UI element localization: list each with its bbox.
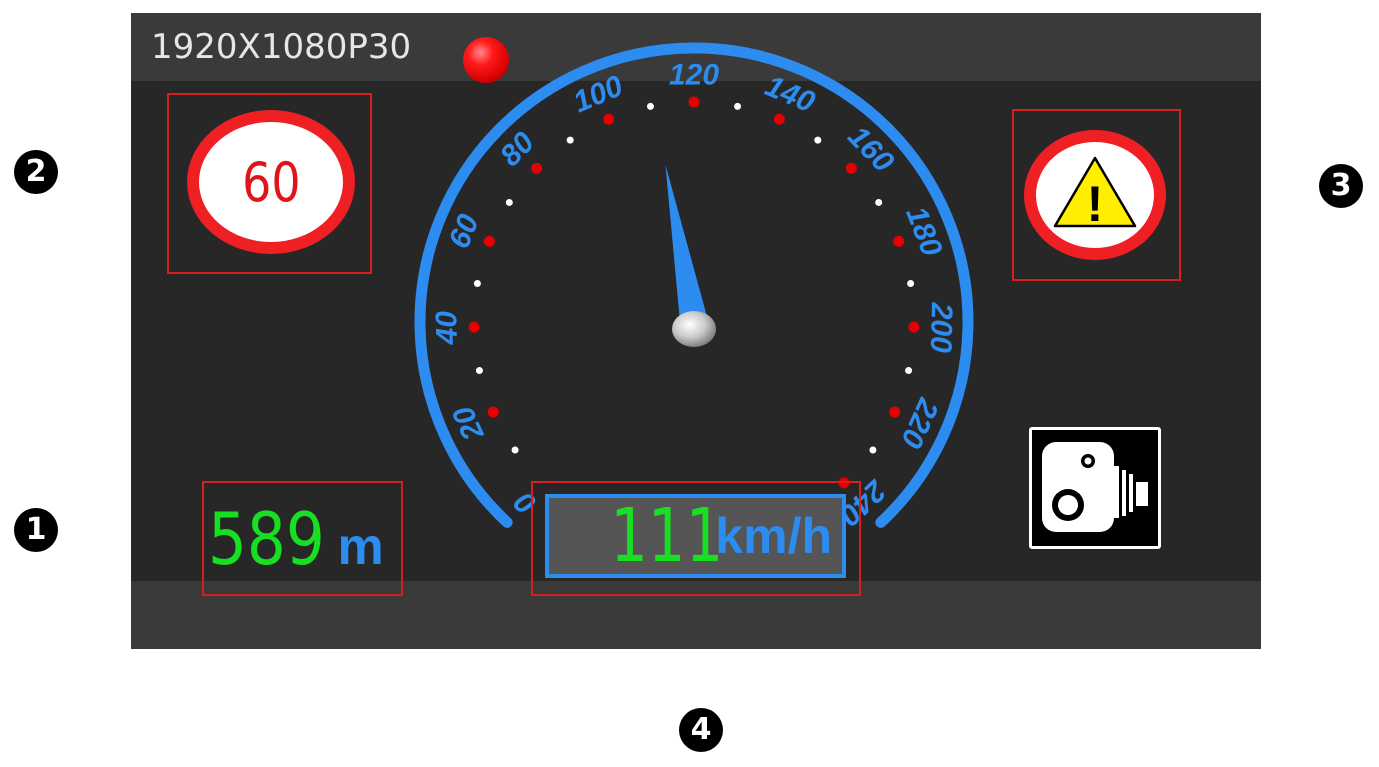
gauge-minor-tick <box>875 198 883 206</box>
gauge-minor-tick <box>734 102 742 110</box>
speed-camera-icon <box>1029 427 1161 549</box>
distance-value: 589 <box>208 497 325 581</box>
gauge-needle <box>665 164 716 347</box>
speed-limit-value: 60 <box>241 151 301 214</box>
speed-readout: 111 km/h <box>545 494 846 578</box>
gauge-minor-tick <box>869 446 877 454</box>
gauge-minor-tick <box>511 446 519 454</box>
speed-value: 111 <box>610 493 724 579</box>
gauge-minor-tick <box>505 198 513 206</box>
annotation-number-4: 4 <box>679 708 723 752</box>
annotation-number-1: 1 <box>14 508 58 552</box>
gauge-tick-label: 20 <box>447 401 491 446</box>
gauge-major-tick <box>908 321 920 333</box>
gauge-minor-tick <box>566 136 574 144</box>
gauge-major-tick <box>688 96 700 108</box>
gauge-minor-tick <box>907 279 915 287</box>
speed-unit: km/h <box>715 508 832 564</box>
gauge-tick-label: 60 <box>443 210 486 253</box>
warning-mark: ! <box>1087 176 1104 232</box>
distance-unit: m <box>337 518 384 576</box>
figure-canvas: 1920X1080P30 0 20 40 60 80 100 120 140 160 180 200… <box>0 0 1379 767</box>
gauge-minor-tick <box>475 367 483 375</box>
gauge-major-tick <box>845 162 857 174</box>
gauge-major-tick <box>773 113 785 125</box>
gauge-major-tick <box>603 113 615 125</box>
gauge-minor-tick <box>473 279 481 287</box>
gauge-major-tick <box>531 162 543 174</box>
gauge-major-tick <box>889 406 901 418</box>
warning-sign: ! <box>1024 130 1166 260</box>
gauge-minor-tick <box>646 102 654 110</box>
gauge-tick-label: 120 <box>669 59 719 92</box>
distance-readout: 589 m <box>208 494 384 584</box>
annotation-number-3: 3 <box>1319 164 1363 208</box>
gauge-major-tick <box>483 235 495 247</box>
gauge-tick-label: 40 <box>430 310 464 345</box>
gauge-major-tick <box>893 235 905 247</box>
gauge-needle-hub <box>672 311 716 347</box>
speed-limit-sign: 60 <box>187 110 355 254</box>
gauge-major-tick <box>487 406 499 418</box>
gauge-needle-pointer <box>665 164 708 325</box>
gauge-minor-tick <box>905 367 913 375</box>
gauge-tick-label: 200 <box>924 301 958 353</box>
annotation-number-2: 2 <box>14 150 58 194</box>
speed-camera-glyph <box>1042 442 1148 532</box>
warning-triangle-icon: ! <box>1053 156 1137 232</box>
gauge-minor-tick <box>814 136 822 144</box>
gauge-major-tick <box>468 321 480 333</box>
